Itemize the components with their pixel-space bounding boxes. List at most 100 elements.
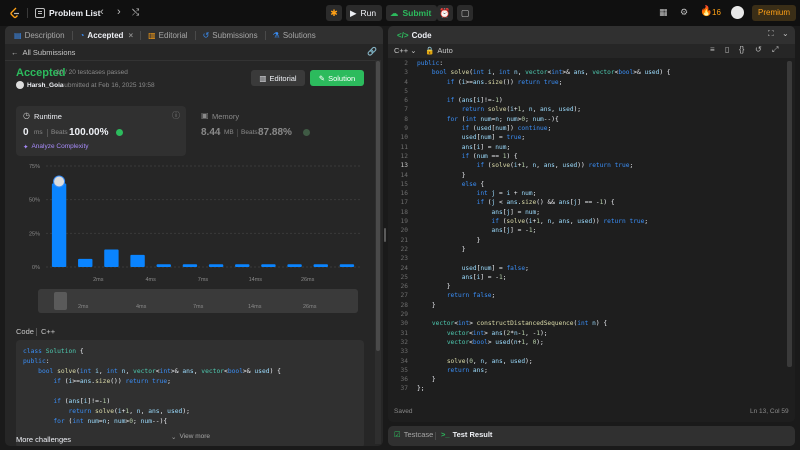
runtime-beats: 100.00% [69, 127, 109, 138]
code-line: solve(0, n, ans, used); [446, 357, 533, 365]
back-to-submissions[interactable]: ← All Submissions [11, 48, 75, 57]
chart-range-navigator[interactable]: 2ms 4ms 7ms 14ms 26ms [38, 289, 358, 313]
close-tab-icon[interactable]: × [128, 31, 133, 40]
chart-bar[interactable] [156, 264, 171, 267]
link-icon[interactable]: 🔗 [367, 47, 377, 56]
username[interactable]: Harsh_Goia [27, 82, 64, 89]
leetcode-logo-icon[interactable] [9, 7, 21, 19]
chart-bar[interactable] [104, 249, 119, 267]
panel-resize-handle[interactable] [384, 228, 386, 242]
problem-list-link[interactable]: Problem List [49, 8, 100, 18]
notes-button[interactable]: ▢ [457, 5, 473, 21]
scrollbar-thumb[interactable] [787, 61, 792, 367]
code-line: for (int num=n; num>0; num--){ [53, 418, 168, 425]
user-avatar [16, 81, 24, 89]
code-preview[interactable]: class Solution {public: bool solve(int i… [16, 340, 364, 446]
chart-bar[interactable] [261, 264, 276, 267]
left-scrollbar[interactable] [375, 60, 381, 444]
y-tick-label: 75% [29, 164, 40, 170]
tab-description[interactable]: ▤ Description [9, 26, 70, 44]
layout-icon[interactable]: ▦ [659, 7, 668, 18]
mini-label: 26ms [303, 304, 317, 310]
notes-icon[interactable]: ≡ [710, 45, 715, 54]
tab-submissions[interactable]: ↺ Submissions [198, 26, 263, 44]
beats-label: Beats [241, 129, 258, 136]
chart-bar[interactable] [313, 264, 328, 267]
alarm-icon: ⏰ [439, 8, 451, 18]
auto-mode[interactable]: 🔒 Auto [425, 46, 453, 55]
code-line: class Solution { [23, 348, 84, 355]
range-handle[interactable] [54, 292, 67, 310]
code-line: bool solve(int i, int n, vector<int>& an… [431, 69, 671, 77]
analyze-complexity[interactable]: ✦ Analyze Complexity [23, 143, 89, 151]
bookmark-icon[interactable]: ▯ [725, 45, 729, 54]
chart-bar[interactable] [130, 254, 145, 267]
code-line: } [417, 283, 451, 291]
tab-editorial[interactable]: ▥ Editorial [143, 26, 192, 44]
tab-code[interactable]: </> Code [392, 26, 437, 44]
solution-button[interactable]: ✎ Solution [310, 70, 364, 86]
chart-bar[interactable] [339, 264, 355, 267]
tab-test-result[interactable]: >_ Test Result [441, 430, 492, 439]
fullscreen-icon[interactable]: ⤢ [772, 45, 778, 55]
user-avatar-marker [53, 175, 66, 188]
line-numbers: 2 3 4 5 6 7 8 9 10 11 12 13 14 15 16 17 18 19 20 21 22 23 24 25… [388, 59, 408, 394]
chevron-down-icon: ⌄ [410, 46, 417, 55]
language-select[interactable]: C++ ⌄ [394, 46, 416, 55]
chart-bar[interactable] [78, 258, 93, 267]
maximize-icon[interactable]: ⛶ [768, 29, 774, 39]
line-number: 26 [400, 283, 408, 291]
code-line: ans[j] = num; [491, 208, 540, 216]
runtime-distribution-chart[interactable]: 75% 50% 25% 0% 2ms 4ms 7ms 14ms 26ms [16, 160, 366, 285]
settings-gear-icon[interactable]: ⚙ [680, 7, 688, 18]
view-more-button[interactable]: ⌄ View more [171, 433, 210, 441]
run-button[interactable]: ▶ Run [346, 5, 383, 21]
memory-card[interactable]: ▣ Memory 8.44 MB Beats 87.88% [195, 106, 365, 156]
history-icon: ↺ [202, 30, 210, 40]
code-line: return solve(i+1, n, ans, used); [68, 408, 190, 415]
save-status: Saved [394, 408, 413, 415]
editorial-button[interactable]: ▥ Editorial [251, 70, 305, 86]
streak-fire-icon[interactable]: 🔥 [700, 6, 712, 17]
submit-button[interactable]: ☁ Submit [386, 5, 438, 21]
scrollbar-thumb[interactable] [376, 61, 380, 351]
tab-testcase[interactable]: ☑ Testcase [394, 430, 433, 439]
line-number: 4 [404, 78, 408, 86]
problem-list-icon[interactable] [35, 8, 45, 18]
line-number: 29 [400, 311, 408, 319]
tab-solutions[interactable]: ⚗ Solutions [268, 26, 321, 44]
code-editor-panel: </> Code ⛶ ⌄ C++ ⌄ 🔒 Auto ≡ ▯ {} ↺ ⤢ 234567… [388, 26, 795, 422]
info-icon[interactable]: ⓘ [172, 110, 180, 121]
pencil-icon: ✎ [318, 73, 326, 83]
tab-separator [435, 432, 436, 440]
code-line: }; [417, 385, 425, 393]
runtime-label: Runtime [34, 112, 62, 121]
reset-icon[interactable]: ↺ [755, 45, 762, 54]
editor-scrollbar[interactable] [786, 59, 793, 404]
timer-button[interactable]: ⏰ [437, 5, 453, 21]
prev-problem-icon[interactable]: ‹ [100, 6, 104, 18]
debug-button[interactable]: ✱ [326, 5, 342, 21]
next-problem-icon[interactable]: › [117, 6, 121, 18]
code-line: else { [461, 180, 485, 188]
runtime-card[interactable]: ◷ Runtime ⓘ 0 ms Beats 100.00% ✦ Analyze … [16, 106, 186, 156]
shuffle-icon[interactable]: ⤭ [132, 7, 139, 18]
code-text[interactable]: public: bool solve(int i, int n, vector<… [417, 59, 671, 394]
tab-accepted[interactable]: ◔ Accepted × [75, 26, 139, 44]
line-number: 35 [400, 366, 408, 374]
premium-button[interactable]: Premium [752, 5, 797, 21]
chart-bar[interactable] [51, 183, 67, 267]
collapse-icon[interactable]: ⌄ [782, 29, 789, 38]
chart-bar[interactable] [182, 264, 198, 267]
chart-bar[interactable] [208, 264, 224, 267]
line-number: 33 [400, 348, 408, 356]
cloud-upload-icon: ☁ [390, 8, 399, 18]
chart-bar[interactable] [287, 264, 302, 267]
braces-icon[interactable]: {} [739, 45, 744, 54]
line-number: 11 [400, 143, 408, 151]
avatar[interactable] [731, 6, 744, 19]
tab-separator [71, 30, 73, 40]
chart-bar[interactable] [235, 264, 250, 267]
